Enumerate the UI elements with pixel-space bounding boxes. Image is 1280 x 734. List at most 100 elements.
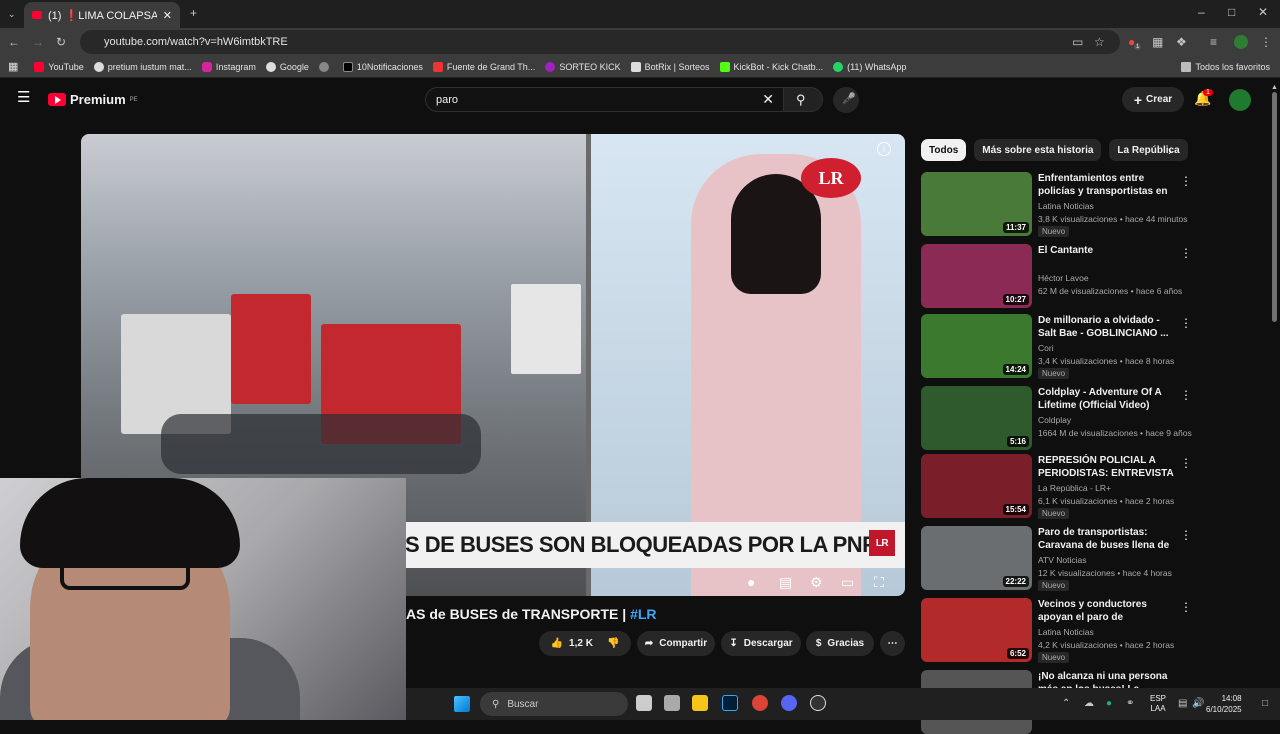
channel-name[interactable]: ATV Noticias xyxy=(1038,555,1087,565)
taskbar-search[interactable]: ⚲ Buscar xyxy=(480,692,628,716)
tab-list-icon[interactable]: ⌄ xyxy=(8,8,16,20)
bookmark-gta[interactable]: Fuente de Grand Th... xyxy=(432,61,535,72)
scroll-up-icon[interactable]: ▲ xyxy=(1271,82,1278,94)
recommendation-title[interactable]: Coldplay - Adventure Of A Lifetime (Offi… xyxy=(1038,386,1174,412)
wallet-icon[interactable]: ▦ xyxy=(1152,36,1163,48)
bookmark-star-icon[interactable]: ☆ xyxy=(1094,36,1105,48)
photoshop-icon[interactable] xyxy=(722,695,738,711)
bookmark-kickbot[interactable]: KickBot - Kick Chatb... xyxy=(719,61,823,72)
url-bar[interactable]: youtube.com/watch?v=hW6imtbkTRE xyxy=(80,30,1120,54)
info-icon[interactable]: i xyxy=(877,142,891,156)
thanks-button[interactable]: $ Gracias xyxy=(806,631,874,656)
bookmark-sorteo-kick[interactable]: SORTEO KICK xyxy=(545,61,621,72)
search-input[interactable]: paro ✕ xyxy=(425,87,785,112)
minimize-icon[interactable]: – xyxy=(1198,6,1205,18)
video-thumbnail[interactable]: 15:54 xyxy=(921,454,1032,518)
recommendation-title[interactable]: De millonario a olvidado - Salt Bae - GO… xyxy=(1038,314,1174,340)
file-explorer-icon[interactable] xyxy=(692,695,708,711)
more-options-icon[interactable]: ⋮ xyxy=(1180,388,1192,402)
chrome-icon[interactable] xyxy=(752,695,768,711)
all-favorites[interactable]: Todos los favoritos xyxy=(1181,61,1270,72)
mic-tray-icon[interactable]: ⚭ xyxy=(1126,698,1134,710)
bookmark-globe[interactable] xyxy=(318,61,333,72)
task-view-icon[interactable] xyxy=(636,695,652,711)
create-button[interactable]: + Crear xyxy=(1122,87,1184,112)
more-options-icon[interactable]: ⋮ xyxy=(1180,316,1192,330)
tray-app-icon[interactable]: ● xyxy=(1106,698,1112,710)
recommendation-title[interactable]: Enfrentamientos entre policías y transpo… xyxy=(1038,172,1174,199)
recommendation-title[interactable]: REPRESIÓN POLICIAL A PERIODISTAS: ENTREV… xyxy=(1038,454,1174,481)
video-thumbnail[interactable]: 10:27 xyxy=(921,244,1032,308)
more-options-icon[interactable]: ⋮ xyxy=(1180,246,1192,260)
chevron-right-icon[interactable]: › xyxy=(1168,145,1172,157)
channel-name[interactable]: Coldplay xyxy=(1038,415,1071,425)
bookmark-whatsapp[interactable]: (11) WhatsApp xyxy=(833,61,906,72)
bookmark-x[interactable]: 10Notificaciones xyxy=(342,61,423,72)
channel-name[interactable]: Cori xyxy=(1038,343,1054,353)
cast-icon[interactable]: ▭ xyxy=(1072,36,1083,48)
apps-grid-icon[interactable]: ▦ xyxy=(8,60,18,73)
subtitles-icon[interactable]: ▤ xyxy=(779,574,792,591)
autoplay-toggle-icon[interactable]: ● xyxy=(747,574,755,590)
menu-dots-icon[interactable]: ⋮ xyxy=(1260,36,1272,48)
taskbar-clock[interactable]: 14:08 6/10/2025 xyxy=(1206,693,1242,715)
windows-start-icon[interactable] xyxy=(454,696,470,712)
recommendation-title[interactable]: El Cantante xyxy=(1038,244,1174,257)
share-button[interactable]: ➦ Compartir xyxy=(637,631,715,656)
new-tab-icon[interactable]: + xyxy=(190,7,197,19)
video-thumbnail[interactable]: 5:16 xyxy=(921,386,1032,450)
recommendation-item[interactable]: 22:22 Paro de transportistas: Caravana de… xyxy=(921,526,1192,591)
bookmark-pretium[interactable]: pretium iustum mat... xyxy=(93,61,192,72)
like-button[interactable]: 👍 1,2 K 👎 xyxy=(539,631,631,656)
obs-icon[interactable] xyxy=(810,695,826,711)
recommendation-item[interactable]: 14:24 De millonario a olvidado - Salt Bae… xyxy=(921,314,1192,379)
more-options-icon[interactable]: ⋮ xyxy=(1180,528,1192,542)
more-options-icon[interactable]: ⋮ xyxy=(1180,600,1192,614)
theater-mode-icon[interactable]: ▭ xyxy=(841,574,854,591)
close-window-icon[interactable]: ✕ xyxy=(1258,6,1268,18)
voice-search-button[interactable]: 🎤 xyxy=(833,87,859,113)
video-thumbnail[interactable]: 22:22 xyxy=(921,526,1032,590)
more-options-icon[interactable]: ⋮ xyxy=(1180,456,1192,470)
bookmark-botrix[interactable]: BotRix | Sorteos xyxy=(630,61,710,72)
reading-list-icon[interactable]: ≡ xyxy=(1210,36,1217,48)
close-tab-icon[interactable]: ✕ xyxy=(163,9,172,22)
channel-name[interactable]: Latina Noticias xyxy=(1038,627,1094,637)
puzzle-icon[interactable]: ❖ xyxy=(1176,36,1187,48)
bookmark-youtube[interactable]: YouTube xyxy=(34,61,84,72)
fullscreen-icon[interactable]: ⛶ xyxy=(874,574,884,591)
more-options-icon[interactable]: ⋮ xyxy=(1180,174,1192,188)
network-icon[interactable]: ▤ xyxy=(1178,698,1187,710)
channel-name[interactable]: La República - LR+ xyxy=(1038,483,1111,493)
restore-icon[interactable]: □ xyxy=(1228,6,1235,18)
recommendation-item[interactable]: 10:27 El Cantante Héctor Lavoe 62 M de visu… xyxy=(921,244,1192,308)
channel-name[interactable]: Latina Noticias xyxy=(1038,201,1094,211)
bookmark-instagram[interactable]: Instagram xyxy=(201,61,256,72)
thumbs-down-icon[interactable]: 👎 xyxy=(607,638,619,649)
back-icon[interactable]: ← xyxy=(8,36,20,48)
forward-icon[interactable]: → xyxy=(32,36,44,48)
chip-la-republica[interactable]: La República xyxy=(1109,139,1188,161)
video-thumbnail[interactable]: 11:37 xyxy=(921,172,1032,236)
clear-search-icon[interactable]: ✕ xyxy=(762,91,774,108)
reload-icon[interactable]: ↻ xyxy=(56,36,66,48)
hamburger-menu-icon[interactable]: ☰ xyxy=(17,90,30,105)
recommendation-title[interactable]: Paro de transportistas: Caravana de buse… xyxy=(1038,526,1174,553)
download-button[interactable]: ↧ Descargar xyxy=(721,631,801,656)
onedrive-icon[interactable]: ☁ xyxy=(1084,698,1094,710)
more-actions-button[interactable]: ⋯ xyxy=(880,631,905,656)
video-thumbnail[interactable]: 6:52 xyxy=(921,598,1032,662)
discord-icon[interactable] xyxy=(781,695,797,711)
notifications-icon[interactable]: □ xyxy=(1262,698,1268,710)
settings-gear-icon[interactable]: ⚙ xyxy=(810,574,823,591)
search-button[interactable]: ⚲ xyxy=(783,87,823,112)
scrollbar[interactable] xyxy=(1272,92,1277,322)
lang-indicator[interactable]: ESP LAA xyxy=(1150,694,1166,714)
chip-mas-sobre-historia[interactable]: Más sobre esta historia xyxy=(974,139,1102,161)
recommendation-item[interactable]: 6:52 Vecinos y conductores apoyan el paro… xyxy=(921,598,1192,663)
bookmark-google[interactable]: Google xyxy=(265,61,309,72)
recommendation-item[interactable]: 5:16 Coldplay - Adventure Of A Lifetime (… xyxy=(921,386,1192,450)
recommendation-title[interactable]: Vecinos y conductores apoyan el paro de … xyxy=(1038,598,1174,625)
tray-chevron-icon[interactable]: ⌃ xyxy=(1062,698,1070,710)
recommendation-item[interactable]: 15:54 REPRESIÓN POLICIAL A PERIODISTAS: E… xyxy=(921,454,1192,519)
